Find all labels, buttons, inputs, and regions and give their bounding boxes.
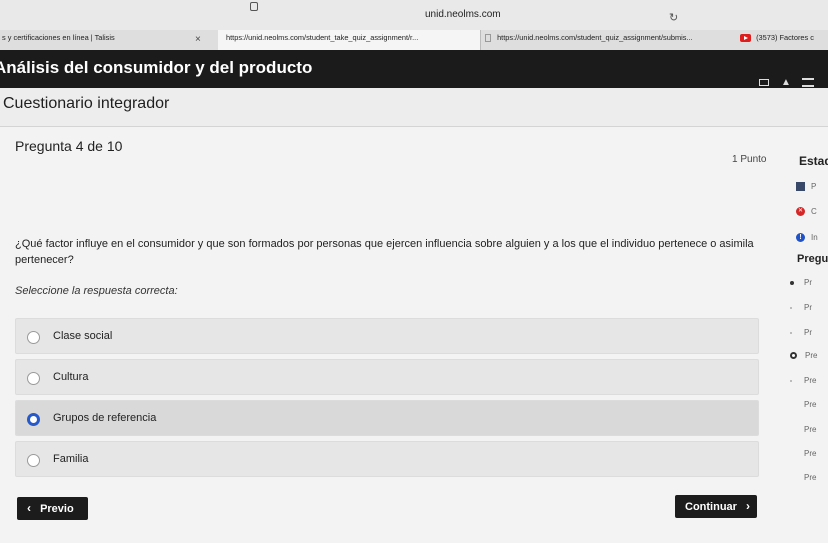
error-icon: ✕ <box>796 207 805 217</box>
nav-dot <box>790 280 794 285</box>
radio-button[interactable] <box>27 454 40 467</box>
previous-button[interactable]: ‹ Previo <box>17 497 88 520</box>
bell-icon[interactable]: ▲ <box>781 77 791 88</box>
radio-button-checked[interactable] <box>27 413 40 426</box>
nav-dot <box>790 404 792 406</box>
chevron-right-icon: › <box>746 499 751 513</box>
radio-button[interactable] <box>27 372 40 385</box>
menu-icon[interactable] <box>802 78 814 87</box>
nav-dot <box>790 477 792 479</box>
browser-address-bar: unid.neolms.com ↻ <box>0 0 828 30</box>
course-title: Análisis del consumidor y del producto <box>0 58 313 77</box>
mail-icon[interactable] <box>759 79 769 86</box>
question-nav-item[interactable]: Pre <box>790 400 816 409</box>
tab-title: https://unid.neolms.com/student_quiz_ass… <box>497 33 693 42</box>
nav-dot <box>790 429 792 431</box>
tab-quiz-submission[interactable]: https://unid.neolms.com/student_quiz_ass… <box>480 30 738 50</box>
question-instruction: Seleccione la respuesta correcta: <box>15 285 178 297</box>
question-number: Pregunta 4 de 10 <box>15 138 123 154</box>
tab-talisis[interactable]: s y certificaciones en línea | Talisis × <box>0 30 218 50</box>
page-icon <box>485 34 491 43</box>
nav-dot <box>790 379 792 382</box>
question-nav-item[interactable]: Pre <box>790 473 816 482</box>
question-nav-item[interactable]: Pre <box>790 376 816 385</box>
tab-title: (3573) Factores c <box>756 33 814 42</box>
answer-option[interactable]: Familia <box>15 441 759 477</box>
reload-icon[interactable]: ↻ <box>669 13 678 24</box>
answer-option[interactable]: Clase social <box>15 318 759 354</box>
question-nav-item[interactable]: Pr <box>790 303 812 312</box>
info-icon: ! <box>796 233 805 243</box>
tab-title: s y certificaciones en línea | Talisis <box>2 33 115 42</box>
answer-option[interactable]: Cultura <box>15 359 759 395</box>
question-nav-item[interactable]: Pre <box>790 425 816 434</box>
browser-tab-bar: s y certificaciones en línea | Talisis ×… <box>0 30 828 50</box>
radio-button[interactable] <box>27 331 40 344</box>
status-row-pending: P <box>796 182 816 192</box>
pause-icon <box>796 182 805 192</box>
tab-title: https://unid.neolms.com/student_take_qui… <box>226 33 419 42</box>
course-header: Análisis del consumidor y del producto ▲ <box>0 50 828 88</box>
tab-take-quiz[interactable]: https://unid.neolms.com/student_take_qui… <box>218 30 480 50</box>
status-row-info: ! In <box>796 233 818 243</box>
answer-option-label: Familia <box>53 453 89 465</box>
question-nav-item-current[interactable]: Pre <box>790 351 817 360</box>
status-panel-title: Estad <box>799 154 828 168</box>
nav-dot <box>790 331 792 334</box>
answer-option-selected[interactable]: Grupos de referencia <box>15 400 759 436</box>
nav-dot <box>790 306 792 309</box>
current-question-icon <box>790 352 797 360</box>
quiz-heading: Cuestionario integrador <box>3 95 170 112</box>
question-points: 1 Punto <box>732 154 767 165</box>
answer-option-label: Grupos de referencia <box>53 412 157 424</box>
question-nav-item[interactable]: Pre <box>790 449 816 458</box>
question-text: ¿Qué factor influye en el consumidor y q… <box>15 238 754 266</box>
continue-button-label: Continuar <box>685 501 737 513</box>
answer-option-label: Clase social <box>53 330 113 342</box>
tab-youtube[interactable]: (3573) Factores c <box>738 30 828 50</box>
page-info-icon[interactable] <box>250 2 258 11</box>
question-nav-item[interactable]: Pr <box>790 328 812 337</box>
youtube-icon <box>740 34 751 43</box>
previous-button-label: Previo <box>40 503 74 515</box>
question-nav-item[interactable]: Pr <box>790 278 812 287</box>
close-icon[interactable]: × <box>195 32 201 48</box>
continue-button[interactable]: Continuar › <box>675 495 757 518</box>
status-row-incorrect: ✕ C <box>796 207 817 217</box>
nav-dot <box>790 453 792 455</box>
question-nav-title: Pregu <box>797 253 828 265</box>
chevron-left-icon: ‹ <box>27 501 31 515</box>
question-card: Pregunta 4 de 10 1 Punto ¿Qué factor inf… <box>0 126 828 543</box>
answer-option-label: Cultura <box>53 371 89 383</box>
address-url[interactable]: unid.neolms.com <box>425 9 501 20</box>
